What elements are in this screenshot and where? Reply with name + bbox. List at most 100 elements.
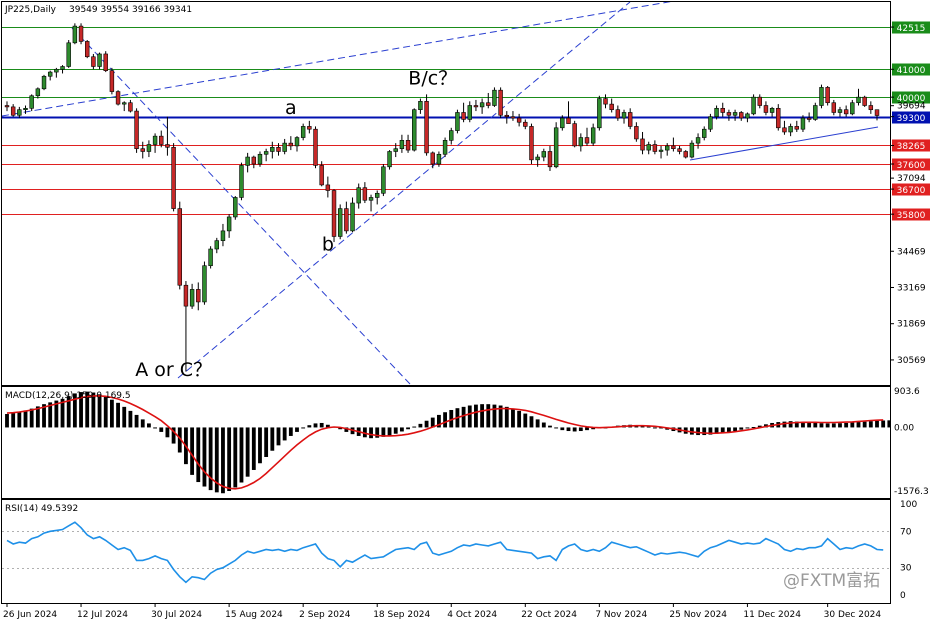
candle-body [128, 102, 133, 112]
candle-body [504, 114, 510, 117]
price-tick-label: 39694 [897, 102, 926, 112]
x-tick-label: 30 Jul 2024 [151, 610, 202, 620]
macd-histogram-bar [548, 425, 552, 428]
candle-body [806, 117, 812, 120]
candle-body [658, 149, 664, 152]
candle [776, 104, 781, 131]
candle [862, 95, 867, 107]
macd-histogram-bar [578, 427, 583, 432]
candle-body [535, 156, 540, 161]
price-tick-label: 37094 [897, 174, 926, 184]
macd-pane [1, 386, 891, 499]
macd-histogram-bar [369, 427, 373, 439]
chart-canvas[interactable]: 4251541000400003930038265376003670035800… [0, 0, 936, 624]
macd-histogram-bar [313, 423, 318, 428]
candle [813, 102, 818, 121]
watermark: @FXTM富拓 [783, 571, 880, 591]
candle [337, 204, 343, 240]
macd-histogram-bar [492, 404, 497, 428]
candle-body [578, 137, 584, 147]
macd-histogram-bar [11, 413, 16, 428]
candle-body [356, 187, 361, 204]
x-tick-label: 4 Oct 2024 [447, 610, 497, 620]
price-tick-label: 31869 [897, 320, 926, 330]
macd-histogram-bar [233, 427, 238, 488]
candle-body [368, 197, 374, 201]
macd-tick-label: 903.6 [894, 387, 920, 397]
level-label-38265: 38265 [897, 142, 926, 152]
candle-body [10, 106, 16, 116]
candle [134, 108, 139, 153]
candle [300, 123, 306, 141]
candle-body [313, 128, 318, 166]
candle-body [800, 117, 806, 130]
candle-body [695, 137, 701, 144]
candle-body [381, 166, 386, 194]
macd-histogram-bar [288, 427, 293, 436]
macd-histogram-bar [251, 427, 256, 470]
candle-body [492, 89, 497, 106]
macd-histogram-bar [153, 427, 157, 429]
candle-body [405, 140, 411, 151]
candle-body [461, 112, 466, 120]
candle-body [590, 127, 596, 144]
macd-histogram-bar [813, 422, 818, 428]
candle-body [331, 190, 337, 237]
macd-histogram-bar [393, 427, 398, 434]
macd-histogram-bar [727, 427, 731, 432]
candle-body [109, 70, 115, 92]
candle-body [702, 128, 707, 138]
candle-body [726, 112, 732, 116]
macd-histogram-bar [702, 427, 707, 436]
candle-body [479, 102, 485, 108]
candle-body [177, 208, 182, 286]
level-label-37600: 37600 [897, 161, 926, 171]
macd-histogram-bar [221, 427, 225, 494]
candle-body [399, 140, 405, 149]
candle-body [627, 112, 633, 127]
macd-histogram-bar [17, 412, 22, 428]
candle [751, 94, 756, 116]
candle-body [442, 140, 448, 155]
macd-histogram-bar [511, 408, 515, 428]
candle-body [60, 66, 65, 70]
candle-body [782, 127, 787, 133]
candle-body [152, 135, 158, 145]
macd-histogram-bar [295, 427, 299, 432]
wave-label: A or C？ [135, 359, 212, 381]
macd-histogram-bar [165, 427, 170, 438]
candle-body [862, 96, 867, 106]
candle-body [769, 107, 775, 113]
candle-body [486, 102, 491, 106]
macd-histogram-bar [733, 427, 737, 432]
candle-body [140, 148, 145, 152]
candle-body [115, 91, 121, 105]
candle-body [757, 96, 762, 106]
candle-body [572, 123, 577, 147]
candle-body [226, 216, 232, 232]
x-tick-label: 7 Nov 2024 [595, 610, 647, 620]
candle [66, 40, 71, 68]
candle [683, 150, 688, 159]
candle-body [541, 151, 547, 158]
candle-body [171, 147, 176, 209]
macd-histogram-bar [109, 399, 114, 428]
candle-body [603, 98, 608, 105]
candle-body [72, 25, 78, 44]
candle [553, 122, 559, 169]
macd-histogram-bar [652, 427, 657, 429]
candle-body [732, 112, 738, 116]
macd-histogram-bar [739, 427, 744, 430]
candle-body [739, 112, 744, 119]
macd-histogram-bar [424, 420, 429, 428]
macd-histogram-bar [258, 427, 262, 464]
candle-body [720, 107, 725, 113]
candle-body [689, 142, 695, 158]
rsi-tick-label: 30 [900, 564, 912, 574]
rsi-pane [1, 499, 891, 604]
candle-body [597, 98, 602, 129]
candle-body [523, 121, 528, 127]
macd-histogram-bar [696, 427, 700, 436]
macd-histogram-bar [486, 404, 491, 428]
macd-histogram-bar [239, 427, 244, 483]
